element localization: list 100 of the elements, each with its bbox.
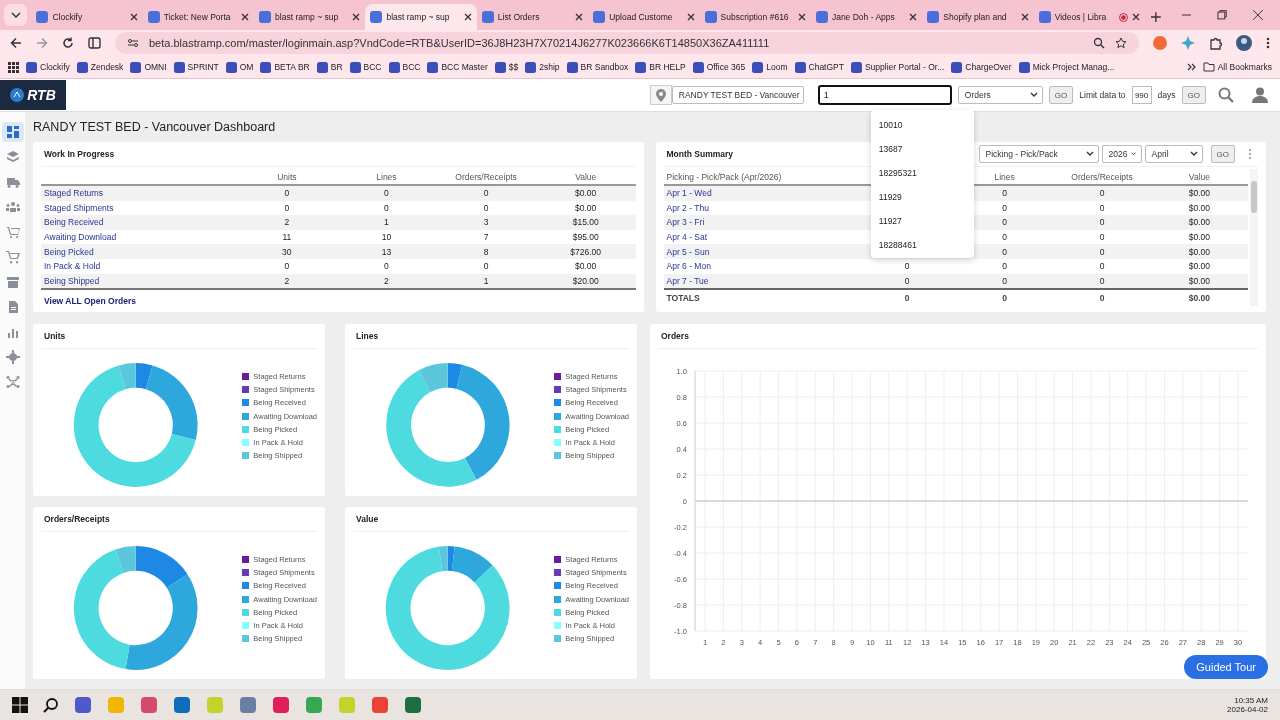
reload-icon[interactable] <box>62 37 74 49</box>
activity-select[interactable]: Picking - Pick/Pack <box>978 145 1099 163</box>
days-field[interactable]: 990 <box>1131 86 1152 104</box>
row-link[interactable]: Being Picked <box>44 246 94 257</box>
extension-icon[interactable] <box>1153 36 1167 50</box>
bookmark[interactable]: ChatGPT <box>794 61 844 73</box>
bookmark[interactable]: Zendesk <box>76 61 124 73</box>
row-link[interactable]: Apr 7 - Tue <box>666 275 709 286</box>
app-icon[interactable] <box>305 696 323 714</box>
restore-icon[interactable] <box>1217 10 1228 20</box>
close-icon[interactable] <box>797 13 806 21</box>
avatar-icon[interactable] <box>1236 35 1252 51</box>
row-link[interactable]: Being Shipped <box>44 275 100 286</box>
browser-tab[interactable]: Upload Custome <box>588 4 700 30</box>
close-icon[interactable] <box>1020 13 1029 21</box>
tab-search-icon[interactable] <box>4 4 28 26</box>
browser-tab[interactable]: blast ramp ~ sup <box>254 4 366 30</box>
row-link[interactable]: Awaiting Download <box>44 232 117 243</box>
bookmark[interactable]: BETA BR <box>260 61 310 73</box>
user-icon[interactable] <box>1252 87 1268 103</box>
bookmark[interactable]: BCC Master <box>427 61 488 73</box>
scrollbar[interactable] <box>1250 169 1258 307</box>
bookmark[interactable]: Supplier Portal - Or... <box>850 61 945 73</box>
row-link[interactable]: Apr 4 - Sat <box>666 232 708 243</box>
browser-tab[interactable]: Ticket: New Porta <box>142 4 255 30</box>
start-icon[interactable] <box>12 697 28 713</box>
dashboard-icon[interactable] <box>1 122 24 142</box>
bookmark[interactable]: Clockify <box>26 61 70 73</box>
bookmark[interactable]: Mick Project Manag... <box>1018 61 1115 73</box>
zoom-icon[interactable] <box>1093 37 1105 49</box>
close-icon[interactable] <box>1132 13 1140 21</box>
close-icon[interactable] <box>352 13 361 21</box>
app-icon[interactable] <box>140 696 158 714</box>
search-icon[interactable] <box>43 697 59 713</box>
browser-tab[interactable]: Subscription #616 <box>699 4 811 30</box>
view-all-link[interactable]: View ALL Open Orders <box>41 290 139 313</box>
browser-tab[interactable]: Videos | Libra <box>1033 4 1145 30</box>
chevron-icon[interactable] <box>1186 63 1196 71</box>
bookmark[interactable]: ChargeOver <box>951 61 1012 73</box>
close-icon[interactable] <box>129 13 138 21</box>
sidebar-icon[interactable] <box>88 37 101 49</box>
suggestion-item[interactable]: 11927 <box>870 209 974 233</box>
month-select[interactable]: April <box>1144 145 1203 163</box>
row-link[interactable]: Staged Returns <box>44 188 104 199</box>
suggestion-item[interactable]: 10010 <box>870 113 974 137</box>
browser-tab[interactable]: Shopify plan and <box>922 4 1034 30</box>
bookmark[interactable]: SPRINT <box>173 61 219 73</box>
suggestion-item[interactable]: 18288461 <box>870 233 974 257</box>
search-field[interactable]: 1 <box>817 85 952 105</box>
app-icon[interactable] <box>173 696 191 714</box>
back-icon[interactable] <box>10 37 22 49</box>
star-icon[interactable] <box>1115 37 1127 49</box>
row-link[interactable]: Apr 5 - Sun <box>666 246 710 257</box>
bookmark[interactable]: $$ <box>494 61 519 73</box>
new-tab-icon[interactable] <box>1151 12 1161 22</box>
app-icon[interactable] <box>239 696 257 714</box>
bookmark[interactable]: BCC <box>349 61 382 73</box>
row-link[interactable]: In Pack & Hold <box>44 261 101 272</box>
puzzle-icon[interactable] <box>1209 36 1222 50</box>
suggestion-item[interactable]: 11929 <box>870 185 974 209</box>
app-icon[interactable] <box>404 696 422 714</box>
app-icon[interactable] <box>74 696 92 714</box>
bookmark[interactable]: Office 365 <box>692 61 746 73</box>
address-bar[interactable]: beta.blastramp.com/master/loginmain.asp?VndCode=RTB&UserID=36J8H23H7X70214J6277K023666K6T14850X36ZA411111 <box>115 32 1139 54</box>
close-icon[interactable] <box>463 13 472 21</box>
bookmark[interactable]: OMNI <box>130 61 167 73</box>
bookmark[interactable]: BR <box>316 61 343 73</box>
close-icon[interactable] <box>909 13 918 21</box>
bookmark[interactable]: Loom <box>752 61 788 73</box>
logo[interactable]: RTB <box>0 80 66 110</box>
bookmark[interactable]: OM <box>225 61 254 73</box>
browser-tab[interactable]: List Orders <box>476 4 589 30</box>
location-select[interactable]: RANDY TEST BED - Vancouver <box>671 86 804 104</box>
row-link[interactable]: Apr 6 - Mon <box>666 261 711 272</box>
go-button[interactable]: GO <box>1048 86 1074 104</box>
browser-tab[interactable]: Jane Doh - Apps <box>810 4 923 30</box>
close-icon[interactable] <box>575 13 584 21</box>
menu-icon[interactable] <box>1266 37 1270 49</box>
browser-tab[interactable]: Clockify <box>31 4 143 30</box>
bookmark[interactable]: BCC <box>388 61 421 73</box>
close-icon[interactable] <box>1253 10 1263 20</box>
apps-icon[interactable] <box>8 61 19 73</box>
browser-tab[interactable]: blast ramp ~ sup <box>365 4 477 30</box>
row-link[interactable]: Apr 2 - Thu <box>666 202 709 213</box>
bookmark[interactable]: BR HELP <box>635 61 686 73</box>
go-button[interactable]: GO <box>1181 86 1206 104</box>
row-link[interactable]: Being Received <box>44 217 104 228</box>
bookmark[interactable]: BR Sandbox <box>566 61 629 73</box>
suggestion-item[interactable]: 13687 <box>870 137 974 161</box>
site-info-icon[interactable] <box>127 37 139 49</box>
row-link[interactable]: Apr 1 - Wed <box>666 188 712 199</box>
all-bookmarks[interactable]: All Bookmarks <box>1202 62 1272 72</box>
close-icon[interactable] <box>241 13 250 21</box>
go-button[interactable]: GO <box>1210 145 1235 163</box>
bookmark[interactable]: 2ship <box>525 61 560 73</box>
row-link[interactable]: Staged Shipments <box>44 202 114 213</box>
row-link[interactable]: Apr 3 - Fri <box>666 217 705 228</box>
guided-tour-button[interactable]: Guided Tour <box>1184 655 1268 679</box>
app-icon[interactable] <box>371 696 389 714</box>
search-type-select[interactable]: Orders <box>957 86 1043 104</box>
